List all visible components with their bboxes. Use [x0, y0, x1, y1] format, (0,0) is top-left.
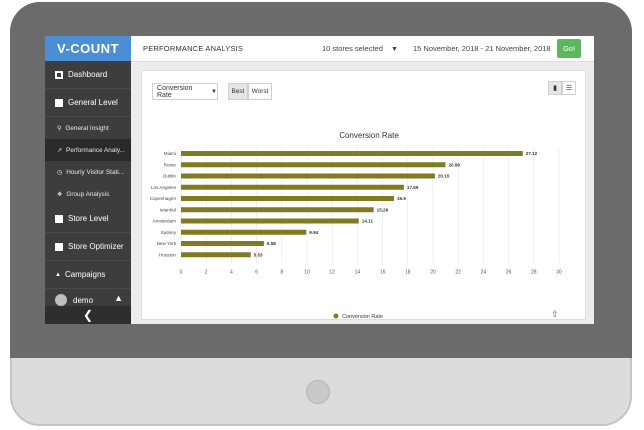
y-category-label: Rome — [164, 162, 177, 167]
conversion-rate-chart: Conversion Rate0 2 4 6 8 10 12 14 16 18 20 22 24 26 28… — [150, 131, 562, 320]
y-category-label: Los Angeles — [151, 185, 177, 190]
bar — [181, 229, 307, 235]
bar — [181, 196, 394, 201]
date-range-picker[interactable]: 15 November, 2018 - 21 November, 2018 — [413, 44, 551, 53]
y-category-label: Copenhagen — [150, 196, 177, 201]
export-icon[interactable]: ⇧ — [551, 309, 559, 320]
store-selector[interactable]: 10 stores selected ▼ — [322, 44, 398, 53]
user-name: demo — [73, 295, 94, 305]
x-tick-label: 4 — [230, 270, 233, 276]
sidebar-item-hourly-visitor[interactable]: ◷ Hourly Visitor Stati... — [45, 161, 131, 183]
dashboard-icon — [55, 70, 63, 79]
sidebar-item-dashboard[interactable]: Dashboard — [45, 61, 131, 89]
bar-value-label: 14.11 — [362, 219, 374, 224]
sidebar-item-label: Hourly Visitor Stati... — [66, 168, 125, 176]
store-icon — [55, 214, 63, 223]
bar — [181, 173, 435, 179]
chevron-left-icon: ❮ — [82, 308, 94, 322]
sidebar-item-general-level[interactable]: General Level — [45, 89, 131, 117]
go-button[interactable]: Go! — [557, 39, 581, 58]
x-tick-label: 10 — [304, 270, 310, 276]
sidebar-item-campaigns[interactable]: ▲ Campaigns — [45, 261, 131, 289]
x-tick-label: 20 — [430, 270, 436, 276]
bar — [181, 184, 404, 190]
search-icon: ⚲ — [57, 125, 62, 132]
sidebar-item-label: General Insight — [65, 124, 109, 132]
bar-value-label: 20.15 — [438, 174, 450, 179]
y-category-label: Houston — [159, 252, 177, 257]
chart-title: Conversion Rate — [339, 131, 399, 140]
y-category-label: Sydney — [161, 230, 177, 235]
sidebar-item-label: Dashboard — [68, 70, 108, 79]
sidebar-item-general-insight[interactable]: ⚲ General Insight — [45, 117, 131, 139]
chevron-up-icon[interactable]: ▲ — [114, 293, 123, 303]
x-tick-label: 26 — [506, 270, 512, 276]
group-icon: ❖ — [57, 191, 63, 198]
top-bar: PERFORMANCE ANALYSIS 10 stores selected … — [131, 36, 594, 62]
x-tick-label: 30 — [556, 270, 562, 276]
bar — [181, 241, 264, 246]
bar — [181, 218, 359, 224]
bar-value-label: 27.12 — [526, 151, 538, 156]
sidebar-item-group-analysis[interactable]: ❖ Group Analysis — [45, 183, 131, 205]
sidebar-item-label: Performance Analy... — [66, 146, 125, 154]
sidebar-item-store-level[interactable]: Store Level — [45, 205, 131, 233]
sidebar-item-label: General Level — [68, 98, 118, 107]
x-tick-label: 24 — [481, 270, 487, 276]
y-category-label: New York — [157, 241, 177, 246]
legend-marker — [333, 313, 339, 319]
trend-icon: ↗ — [57, 147, 63, 154]
x-tick-label: 0 — [180, 270, 183, 276]
sidebar-item-label: Store Level — [68, 214, 109, 223]
sidebar-item-store-optimizer[interactable]: Store Optimizer — [45, 233, 131, 261]
y-category-label: Dublin — [163, 174, 176, 179]
bar — [181, 151, 523, 156]
bar-value-label: 9.94 — [309, 230, 318, 235]
megaphone-icon: ▲ — [55, 271, 61, 278]
x-tick-label: 2 — [205, 270, 208, 276]
x-tick-label: 16 — [380, 270, 386, 276]
bar-value-label: 6.58 — [267, 241, 276, 246]
app-screen: V-COUNT Dashboard General Level ⚲ Genera… — [45, 36, 594, 324]
sidebar: V-COUNT Dashboard General Level ⚲ Genera… — [45, 36, 131, 324]
bar — [181, 162, 446, 168]
legend-label: Conversion Rate — [342, 314, 383, 320]
bar — [181, 207, 374, 213]
app-logo[interactable]: V-COUNT — [45, 36, 131, 61]
y-category-label: Miami — [164, 151, 176, 156]
chevron-down-icon: ▼ — [390, 46, 398, 53]
x-tick-label: 28 — [531, 270, 537, 276]
x-tick-label: 18 — [405, 270, 411, 276]
store-selector-label: 10 stores selected — [322, 44, 383, 53]
y-category-label: Amsterdam — [153, 219, 177, 224]
x-tick-label: 12 — [329, 270, 335, 276]
document-icon — [55, 98, 63, 107]
optimizer-icon — [55, 242, 63, 251]
page-title: PERFORMANCE ANALYSIS — [143, 44, 244, 53]
bar-value-label: 20.99 — [448, 162, 460, 167]
clock-icon: ◷ — [57, 169, 63, 176]
x-tick-label: 14 — [355, 270, 361, 276]
bar-value-label: 16.9 — [397, 196, 406, 201]
sidebar-item-label: Store Optimizer — [68, 242, 124, 251]
bar-value-label: 5.53 — [254, 252, 263, 257]
y-category-label: Istanbul — [160, 207, 176, 212]
sidebar-item-label: Group Analysis — [66, 190, 110, 198]
sidebar-item-performance-analysis[interactable]: ↗ Performance Analy... — [45, 139, 131, 161]
bar-value-label: 17.69 — [407, 185, 419, 190]
x-tick-label: 6 — [255, 270, 258, 276]
avatar — [55, 294, 67, 306]
collapse-sidebar-button[interactable]: ❮ — [45, 306, 131, 324]
home-button[interactable] — [306, 380, 330, 404]
chart-card: Conversion Rate ▼ Best Worst ▮ ☰ Convers… — [141, 70, 586, 320]
bar — [181, 252, 251, 258]
sidebar-item-label: Campaigns — [64, 270, 106, 279]
x-tick-label: 8 — [280, 270, 283, 276]
x-tick-label: 22 — [455, 270, 461, 276]
bar-value-label: 15.29 — [377, 207, 389, 212]
